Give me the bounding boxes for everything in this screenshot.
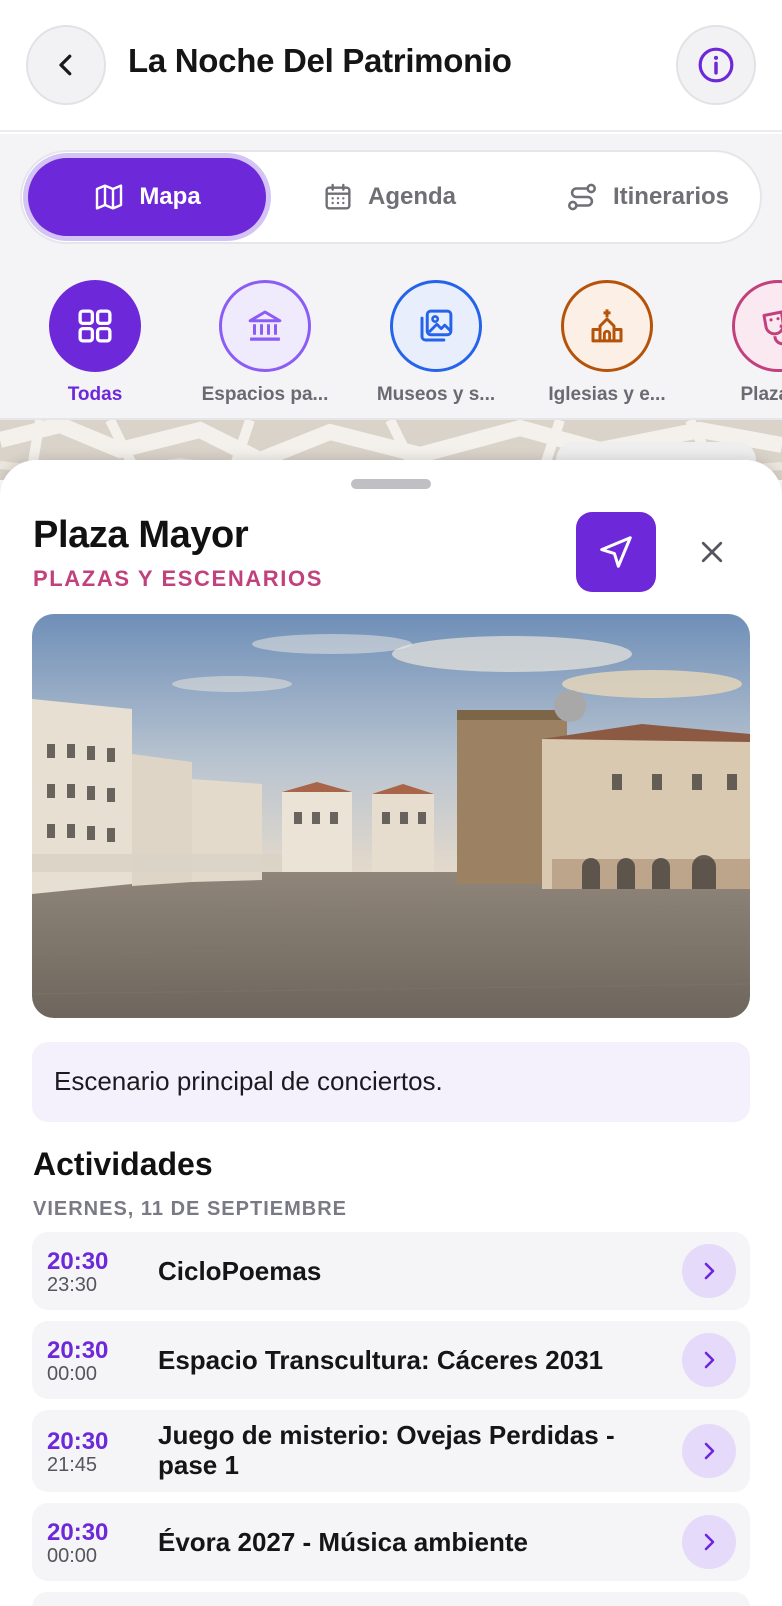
plaza-mayor-photo	[32, 614, 750, 1018]
activity-title: Juego de misterio: Ovejas Perdidas - pas…	[158, 1420, 615, 1480]
category-museos[interactable]: Museos y s...	[356, 280, 516, 406]
back-button[interactable]	[26, 25, 106, 105]
tab-mapa-label: Mapa	[139, 183, 201, 210]
church-icon	[591, 309, 623, 343]
activity-open-button[interactable]	[682, 1424, 736, 1478]
sheet-grabber[interactable]	[351, 479, 431, 489]
activity-row[interactable]: 20:30 00:00 Évora 2027 - Música ambiente	[32, 1503, 750, 1581]
chevron-right-icon	[704, 1262, 715, 1280]
category-todas[interactable]: Todas	[15, 280, 175, 406]
activity-start-time: 20:30	[47, 1248, 109, 1275]
navigation-arrow-icon	[600, 536, 632, 568]
institution-icon	[248, 310, 282, 341]
tabbar-container: Mapa Agenda Itinerarios	[0, 134, 782, 260]
page-title: La Noche Del Patrimonio	[128, 42, 512, 79]
activity-end-time: 21:45	[47, 1454, 98, 1476]
category-iglesias[interactable]: Iglesias y e...	[527, 280, 687, 406]
activity-start-time: 20:30	[47, 1337, 109, 1364]
category-iglesias-badge	[561, 280, 653, 372]
close-icon	[701, 541, 723, 563]
activity-open-button[interactable]	[682, 1244, 736, 1298]
chevron-left-icon	[59, 54, 72, 76]
grid-icon	[78, 309, 112, 343]
activity-row[interactable]: 20:30 23:30 CicloPoemas	[32, 1232, 750, 1310]
app-header: La Noche Del Patrimonio	[0, 0, 782, 132]
category-espacios-badge	[219, 280, 311, 372]
place-category: PLAZAS Y ESCENARIOS	[33, 566, 323, 591]
chevron-right-icon	[704, 1442, 715, 1460]
info-icon	[698, 47, 734, 83]
category-todas-badge	[49, 280, 141, 372]
activity-row[interactable]: 20:30 21:45 Juego de misterio: Ovejas Pe…	[32, 1410, 750, 1492]
tab-agenda[interactable]: Agenda	[294, 158, 484, 236]
map-icon	[96, 184, 123, 210]
category-plazas-label: Plazas y	[740, 384, 782, 405]
close-button[interactable]	[690, 530, 734, 574]
chevron-right-icon	[704, 1533, 715, 1551]
place-description: Escenario principal de conciertos.	[32, 1042, 750, 1122]
tab-itinerarios[interactable]: Itinerarios	[542, 158, 752, 236]
category-espacios[interactable]: Espacios pa...	[185, 280, 345, 406]
tab-mapa[interactable]: Mapa	[28, 158, 266, 236]
activity-start-time: 20:30	[47, 1428, 109, 1455]
gallery-icon	[420, 309, 453, 342]
activity-start-time: 20:30	[47, 1519, 109, 1546]
chevron-right-icon	[704, 1351, 715, 1369]
activity-row[interactable]: 20:30 00:00 Espacio Transcultura: Cácere…	[32, 1321, 750, 1399]
info-button[interactable]	[676, 25, 756, 105]
category-plazas-badge	[732, 280, 782, 372]
place-detail-sheet: Plaza Mayor PLAZAS Y ESCENARIOS Escenari…	[0, 460, 782, 1606]
category-museos-badge	[390, 280, 482, 372]
activity-open-button[interactable]	[682, 1515, 736, 1569]
navigate-button[interactable]	[576, 512, 656, 592]
category-iglesias-label: Iglesias y e...	[548, 384, 666, 405]
category-museos-label: Museos y s...	[376, 384, 496, 405]
activity-row-partial[interactable]	[32, 1592, 750, 1606]
category-todas-label: Todas	[67, 384, 123, 405]
view-tabs: Mapa Agenda Itinerarios	[20, 150, 762, 244]
activity-open-button[interactable]	[682, 1333, 736, 1387]
activities-date: VIERNES, 11 DE SEPTIEMBRE	[33, 1198, 347, 1220]
category-espacios-label: Espacios pa...	[201, 384, 329, 405]
activity-title: CicloPoemas	[158, 1256, 322, 1286]
activity-end-time: 00:00	[47, 1545, 98, 1567]
activities-heading: Actividades	[33, 1146, 213, 1182]
category-plazas[interactable]: Plazas y	[698, 280, 782, 406]
activity-title: Espacio Transcultura: Cáceres 2031	[158, 1345, 604, 1375]
calendar-icon	[325, 183, 351, 210]
activity-end-time: 23:30	[47, 1274, 98, 1296]
tab-agenda-label: Agenda	[367, 183, 456, 210]
place-photo	[32, 614, 750, 1018]
route-icon	[567, 183, 596, 211]
place-title: Plaza Mayor	[33, 514, 249, 556]
tab-itinerarios-label: Itinerarios	[612, 183, 730, 210]
category-filter-bar: Todas Espacios pa... Museos y s... Igles…	[0, 260, 782, 420]
activity-end-time: 00:00	[47, 1363, 98, 1385]
activity-title: Évora 2027 - Música ambiente	[158, 1527, 528, 1557]
masks-icon	[762, 310, 782, 346]
